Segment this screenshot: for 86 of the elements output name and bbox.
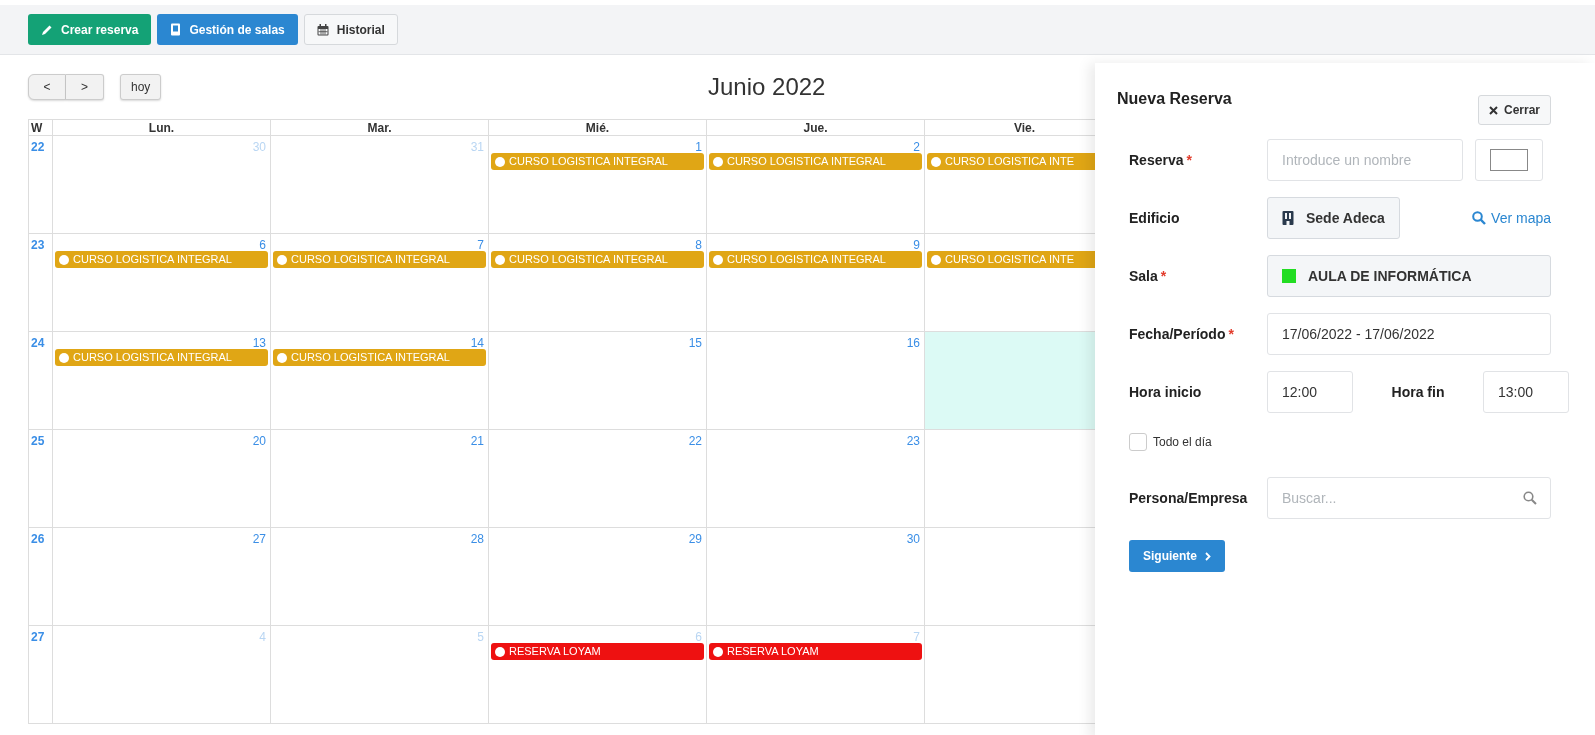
calendar-event[interactable]: CURSO LOGISTICA INTEGRAL	[709, 153, 922, 170]
search-icon	[1523, 491, 1537, 505]
day-number: 15	[688, 336, 702, 350]
column-header: W	[29, 119, 53, 136]
day-number: 7	[913, 630, 920, 644]
next-step-button[interactable]: Siguiente	[1129, 540, 1225, 572]
rooms-button[interactable]: Gestión de salas	[157, 14, 298, 45]
day-number: 31	[470, 140, 484, 154]
next-button[interactable]: >	[66, 74, 104, 100]
day-number: 16	[906, 336, 920, 350]
field-label: Sala	[1129, 267, 1158, 284]
column-header: Jue.	[707, 119, 925, 136]
calendar-event[interactable]: RESERVA LOYAM	[491, 643, 704, 660]
field-label: Edificio	[1129, 209, 1180, 226]
calendar-event[interactable]: CURSO LOGISTICA INTEGRAL	[709, 251, 922, 268]
search-field[interactable]: Buscar...	[1267, 477, 1551, 519]
field-label: Persona/Empresa	[1129, 489, 1248, 506]
calendar-event[interactable]: CURSO LOGISTICA INTEGRAL	[55, 251, 268, 268]
column-header: Lun.	[53, 119, 271, 136]
week-number: 22	[29, 136, 53, 234]
create-button[interactable]: Crear reserva	[28, 14, 152, 45]
day-number: 9	[913, 238, 920, 252]
column-header: Mié.	[489, 119, 707, 136]
date-range-input[interactable]: 17/06/2022 - 17/06/2022	[1267, 313, 1551, 355]
day-number: 4	[259, 630, 266, 644]
calendar-event[interactable]: RESERVA LOYAM	[709, 643, 922, 660]
day-number: 6	[695, 630, 702, 644]
field-label: Hora fin	[1391, 383, 1445, 400]
required-mark: *	[1186, 151, 1192, 168]
day-number: 5	[477, 630, 484, 644]
day-number: 30	[906, 532, 920, 546]
week-number: 27	[29, 626, 53, 724]
today-button[interactable]: hoy	[120, 74, 162, 100]
close-button[interactable]: Cerrar	[1477, 95, 1551, 125]
day-number: 28	[470, 532, 484, 546]
building-button[interactable]: Sede Adeca	[1267, 197, 1400, 239]
day-number: 30	[252, 140, 266, 154]
required-mark: *	[1160, 267, 1167, 284]
name-input[interactable]: Introduce un nombre	[1267, 139, 1463, 181]
calendar-event[interactable]: CURSO LOGISTICA INTEGRAL	[273, 349, 486, 366]
day-number: 21	[470, 434, 484, 448]
day-number: 29	[688, 532, 702, 546]
room-select[interactable]: AULA DE INFORMÁTICA	[1267, 255, 1551, 297]
history-button[interactable]: Historial	[303, 14, 398, 45]
close-icon	[1488, 105, 1498, 115]
week-number: 24	[29, 332, 53, 430]
day-number: 1	[695, 140, 702, 154]
day-number: 7	[477, 238, 484, 252]
checkbox-label: Todo el día	[1153, 434, 1212, 451]
column-header: Mar.	[271, 119, 489, 136]
day-number: 2	[913, 140, 920, 154]
day-number: 20	[252, 434, 266, 448]
building-icon	[1282, 211, 1294, 225]
field-label: Hora inicio	[1129, 383, 1202, 400]
end-time-input[interactable]: 13:00	[1483, 371, 1569, 413]
map-link[interactable]: Ver mapa	[1472, 207, 1551, 229]
all-day-checkbox[interactable]	[1129, 433, 1147, 451]
day-number: 8	[695, 238, 702, 252]
calendar-event[interactable]: CURSO LOGISTICA INTE	[927, 251, 1098, 268]
calendar-event[interactable]: CURSO LOGISTICA INTEGRAL	[491, 153, 704, 170]
day-number: 14	[470, 336, 484, 350]
day-number: 22	[688, 434, 702, 448]
field-label: Fecha/Período	[1129, 325, 1226, 342]
day-number: 27	[252, 532, 266, 546]
start-time-input[interactable]: 12:00	[1267, 371, 1353, 413]
chevron-right-icon	[1205, 551, 1211, 561]
previous-button[interactable]: <	[28, 74, 66, 100]
day-number: 13	[252, 336, 266, 350]
week-number: 26	[29, 528, 53, 626]
day-number: 23	[906, 434, 920, 448]
pencil-icon	[41, 23, 53, 36]
day-number: 6	[259, 238, 266, 252]
search-icon	[1472, 211, 1487, 225]
calendar-title: Junio 2022	[708, 72, 826, 102]
calendar-icon	[316, 23, 329, 36]
color-picker[interactable]	[1475, 139, 1543, 181]
building-icon	[170, 23, 182, 36]
week-number: 25	[29, 430, 53, 528]
required-mark: *	[1228, 325, 1234, 342]
field-label: Reserva	[1129, 151, 1184, 168]
calendar-event[interactable]: CURSO LOGISTICA INTEGRAL	[273, 251, 486, 268]
week-number: 23	[29, 234, 53, 332]
calendar-event[interactable]: CURSO LOGISTICA INTE	[927, 153, 1098, 170]
panel-title: Nueva Reserva	[1117, 89, 1232, 109]
calendar-event[interactable]: CURSO LOGISTICA INTEGRAL	[55, 349, 268, 366]
calendar-event[interactable]: CURSO LOGISTICA INTEGRAL	[491, 251, 704, 268]
